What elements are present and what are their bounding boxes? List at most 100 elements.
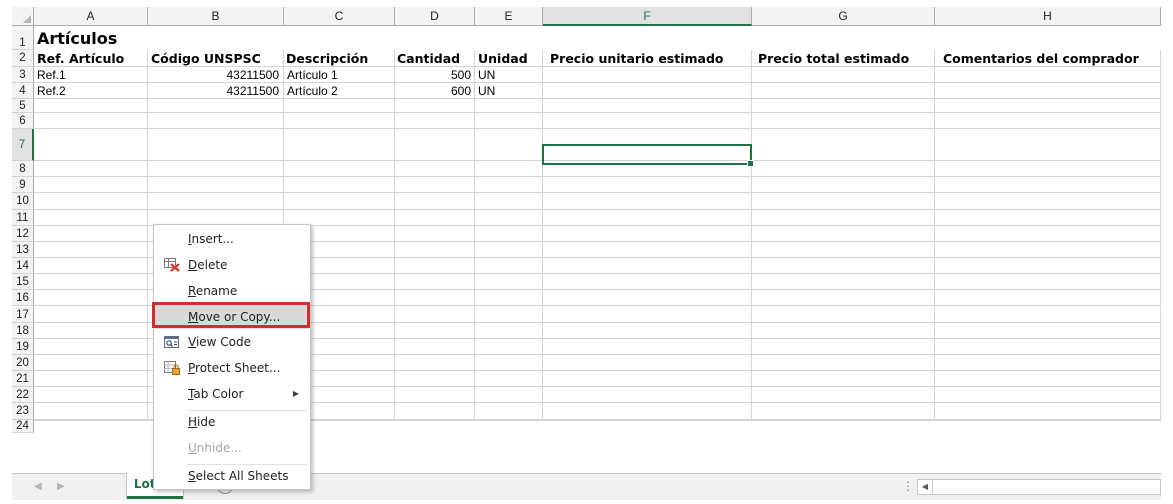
grid-cell[interactable] <box>284 129 395 162</box>
grid-cell[interactable] <box>284 177 395 194</box>
grid-cell[interactable] <box>395 225 475 242</box>
menu-item-move-or-copy[interactable]: Move or Copy... <box>155 305 309 329</box>
cell-b3[interactable]: 43211500 <box>148 68 280 83</box>
grid-cell[interactable] <box>284 161 395 178</box>
grid-cell[interactable] <box>752 241 935 259</box>
row-header[interactable]: 6 <box>12 113 34 129</box>
grid-cell[interactable] <box>543 99 752 113</box>
grid-cell[interactable] <box>148 193 284 210</box>
grid-cell[interactable] <box>543 209 752 226</box>
row-header[interactable]: 4 <box>12 83 34 99</box>
grid-cell[interactable] <box>752 99 935 113</box>
row-header[interactable]: 13 <box>12 241 34 259</box>
grid-cell[interactable] <box>935 371 1161 388</box>
grid-cell[interactable] <box>935 258 1161 275</box>
grid-cell[interactable] <box>935 419 1161 421</box>
row-header[interactable]: 20 <box>12 354 34 372</box>
active-cell-f7[interactable] <box>542 144 754 167</box>
grid-cell[interactable] <box>34 177 148 194</box>
grid-cell[interactable] <box>935 161 1161 178</box>
cell-b4[interactable]: 43211500 <box>148 84 280 99</box>
grid-cell[interactable] <box>475 209 543 226</box>
grid-cell[interactable] <box>475 403 543 420</box>
grid-cell[interactable] <box>395 177 475 194</box>
grid-cell[interactable] <box>752 338 935 355</box>
row-header[interactable]: 19 <box>12 338 34 355</box>
grid-cell[interactable] <box>752 161 935 178</box>
grid-cell[interactable] <box>935 290 1161 307</box>
grid-cell[interactable] <box>34 113 148 129</box>
column-header-d[interactable]: D <box>395 7 475 26</box>
row-header[interactable]: 9 <box>12 177 34 194</box>
grid-cell[interactable] <box>935 338 1161 355</box>
cell-c3[interactable]: Artículo 1 <box>287 68 338 83</box>
grid-cell[interactable] <box>752 403 935 420</box>
column-header-b[interactable]: B <box>148 7 284 26</box>
grid-cell[interactable] <box>752 113 935 129</box>
grid-cell[interactable] <box>34 322 148 339</box>
column-header-a[interactable]: A <box>34 7 148 26</box>
grid-cell[interactable] <box>395 241 475 259</box>
grid-cell[interactable] <box>475 99 543 113</box>
sheet-title-cell[interactable]: Artículos <box>37 27 117 50</box>
select-all-corner[interactable] <box>12 7 34 26</box>
grid-cell[interactable] <box>475 241 543 259</box>
grid-cell[interactable] <box>752 290 935 307</box>
grid-cell[interactable] <box>935 67 1161 83</box>
cell-e3[interactable]: UN <box>478 68 495 83</box>
grid-cell[interactable] <box>543 371 752 388</box>
header-unidad[interactable]: Unidad <box>478 50 528 67</box>
grid-cell[interactable] <box>475 290 543 307</box>
grid-cell[interactable] <box>752 67 935 83</box>
grid-cell[interactable] <box>284 99 395 113</box>
grid-cell[interactable] <box>543 193 752 210</box>
grid-cell[interactable] <box>475 258 543 275</box>
grid-cell[interactable] <box>148 129 284 162</box>
menu-item-hide[interactable]: Hide <box>155 410 309 434</box>
grid-cell[interactable] <box>543 306 752 323</box>
grid-cell[interactable] <box>935 387 1161 404</box>
menu-item-delete[interactable]: Delete <box>155 253 309 277</box>
grid-cell[interactable] <box>395 354 475 372</box>
grid-cell[interactable] <box>34 274 148 291</box>
grid-cell[interactable] <box>395 371 475 388</box>
menu-item-select-all-sheets[interactable]: Select All Sheets <box>155 464 309 488</box>
grid-cell[interactable] <box>543 83 752 99</box>
row-header[interactable]: 8 <box>12 161 34 178</box>
grid-cell[interactable] <box>475 193 543 210</box>
menu-item-protect-sheet[interactable]: Protect Sheet... <box>155 356 309 380</box>
grid-cell[interactable] <box>935 209 1161 226</box>
grid-cell[interactable] <box>395 258 475 275</box>
grid-cell[interactable] <box>935 113 1161 129</box>
grid-cell[interactable] <box>935 306 1161 323</box>
grid-cell[interactable] <box>543 403 752 420</box>
column-header-h[interactable]: H <box>935 7 1161 26</box>
header-precio-unitario[interactable]: Precio unitario estimado <box>550 50 724 67</box>
grid-cell[interactable] <box>935 354 1161 372</box>
grid-cell[interactable] <box>475 177 543 194</box>
menu-item-rename[interactable]: Rename <box>155 279 309 303</box>
grid-cell[interactable] <box>148 99 284 113</box>
grid-cell[interactable] <box>543 113 752 129</box>
grid-cell[interactable] <box>395 306 475 323</box>
grid-cell[interactable] <box>543 338 752 355</box>
grid-cell[interactable] <box>475 354 543 372</box>
grid-cell[interactable] <box>395 290 475 307</box>
row-header[interactable]: 18 <box>12 322 34 339</box>
grid-cell[interactable] <box>752 129 935 162</box>
grid-cell[interactable] <box>34 387 148 404</box>
row-header[interactable]: 12 <box>12 225 34 242</box>
column-header-g[interactable]: G <box>752 7 935 26</box>
grid-cell[interactable] <box>935 322 1161 339</box>
grid-cell[interactable] <box>475 338 543 355</box>
column-header-e[interactable]: E <box>475 7 543 26</box>
grid-cell[interactable] <box>475 225 543 242</box>
header-descripcion[interactable]: Descripción <box>286 50 368 67</box>
grid-cell[interactable] <box>935 193 1161 210</box>
grid-cell[interactable] <box>475 419 543 421</box>
grid-cell[interactable] <box>935 99 1161 113</box>
grid-cell[interactable] <box>475 113 543 129</box>
grid-cell[interactable] <box>284 113 395 129</box>
grid-cell[interactable] <box>34 193 148 210</box>
grid-cell[interactable] <box>752 419 935 421</box>
